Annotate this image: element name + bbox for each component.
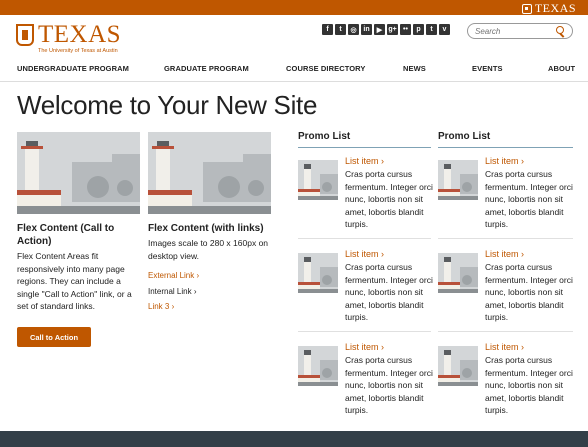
card1-heading: Flex Content (Call to Action) <box>17 223 115 247</box>
promo-list-heading: Promo List <box>438 131 491 142</box>
page-title: Welcome to Your New Site <box>17 90 318 120</box>
nav-course-directory[interactable]: COURSE DIRECTORY <box>286 64 366 73</box>
promo-rule <box>438 147 573 148</box>
promo-thumbnail <box>298 253 338 293</box>
promo-divider <box>438 331 573 332</box>
search-icon[interactable] <box>556 26 564 34</box>
facebook-icon[interactable]: f <box>322 24 333 35</box>
top-brand-label: TEXAS <box>534 1 576 15</box>
promo-item-text: Cras porta cursus fermentum. Integer orc… <box>485 262 573 322</box>
instagram-icon[interactable]: ◎ <box>348 24 359 35</box>
search-box <box>467 23 573 39</box>
promo-item-text: Cras porta cursus fermentum. Integer orc… <box>485 355 573 415</box>
site-footer <box>0 431 588 447</box>
promo-item-link[interactable]: List item › <box>485 249 524 259</box>
promo-thumbnail <box>298 160 338 200</box>
promo-divider <box>438 238 573 239</box>
ut-shield-icon <box>16 23 34 46</box>
pinterest-icon[interactable]: p <box>413 24 424 35</box>
promo-item-link[interactable]: List item › <box>345 156 384 166</box>
promo-divider <box>298 331 431 332</box>
call-to-action-button[interactable]: Call to Action <box>17 327 91 347</box>
card2-heading: Flex Content (with links) <box>148 223 264 234</box>
internal-link[interactable]: Internal Link › <box>148 287 196 296</box>
promo-item-link[interactable]: List item › <box>485 156 524 166</box>
flickr-icon[interactable]: •• <box>400 24 411 35</box>
link-3[interactable]: Link 3 › <box>148 302 174 311</box>
promo-item-link[interactable]: List item › <box>485 342 524 352</box>
logo-word: TEXAS <box>38 21 122 48</box>
promo-thumbnail <box>438 253 478 293</box>
main-nav: UNDERGRADUATE PROGRAM GRADUATE PROGRAM C… <box>0 56 588 82</box>
promo-item-text: Cras porta cursus fermentum. Integer orc… <box>345 355 433 415</box>
nav-graduate-program[interactable]: GRADUATE PROGRAM <box>164 64 249 73</box>
external-link[interactable]: External Link › <box>148 271 199 280</box>
promo-item-text: Cras porta cursus fermentum. Integer orc… <box>485 169 573 229</box>
youtube-icon[interactable]: ▶ <box>374 24 385 35</box>
search-input[interactable] <box>475 25 555 37</box>
promo-item-text: Cras porta cursus fermentum. Integer orc… <box>345 262 433 322</box>
tumblr-icon[interactable]: t <box>426 24 437 35</box>
googleplus-icon[interactable]: g+ <box>387 24 398 35</box>
promo-divider <box>298 238 431 239</box>
promo-item-text: Cras porta cursus fermentum. Integer orc… <box>345 169 433 229</box>
nav-undergraduate-program[interactable]: UNDERGRADUATE PROGRAM <box>17 64 129 73</box>
promo-rule <box>298 147 431 148</box>
site-logo[interactable]: TEXAS The University of Texas at Austin <box>16 22 121 54</box>
ut-seal-icon <box>521 3 532 14</box>
top-bar: TEXAS <box>0 0 588 15</box>
promo-list-heading: Promo List <box>298 131 351 142</box>
promo-item-link[interactable]: List item › <box>345 342 384 352</box>
social-links: f t ◎ in ▶ g+ •• p t v <box>322 24 450 35</box>
card1-body: Flex Content Areas fit responsively into… <box>17 251 132 311</box>
vimeo-icon[interactable]: v <box>439 24 450 35</box>
promo-thumbnail <box>298 346 338 386</box>
promo-thumbnail <box>438 160 478 200</box>
nav-events[interactable]: EVENTS <box>472 64 503 73</box>
card2-body: Images scale to 280 x 160px on desktop v… <box>148 238 269 261</box>
linkedin-icon[interactable]: in <box>361 24 372 35</box>
card1-image <box>17 132 140 214</box>
card2-image <box>148 132 271 214</box>
top-brand[interactable]: TEXAS <box>521 1 576 16</box>
promo-thumbnail <box>438 346 478 386</box>
twitter-icon[interactable]: t <box>335 24 346 35</box>
promo-item-link[interactable]: List item › <box>345 249 384 259</box>
logo-subtitle: The University of Texas at Austin <box>38 48 118 54</box>
nav-about[interactable]: ABOUT <box>548 64 575 73</box>
nav-news[interactable]: NEWS <box>403 64 426 73</box>
